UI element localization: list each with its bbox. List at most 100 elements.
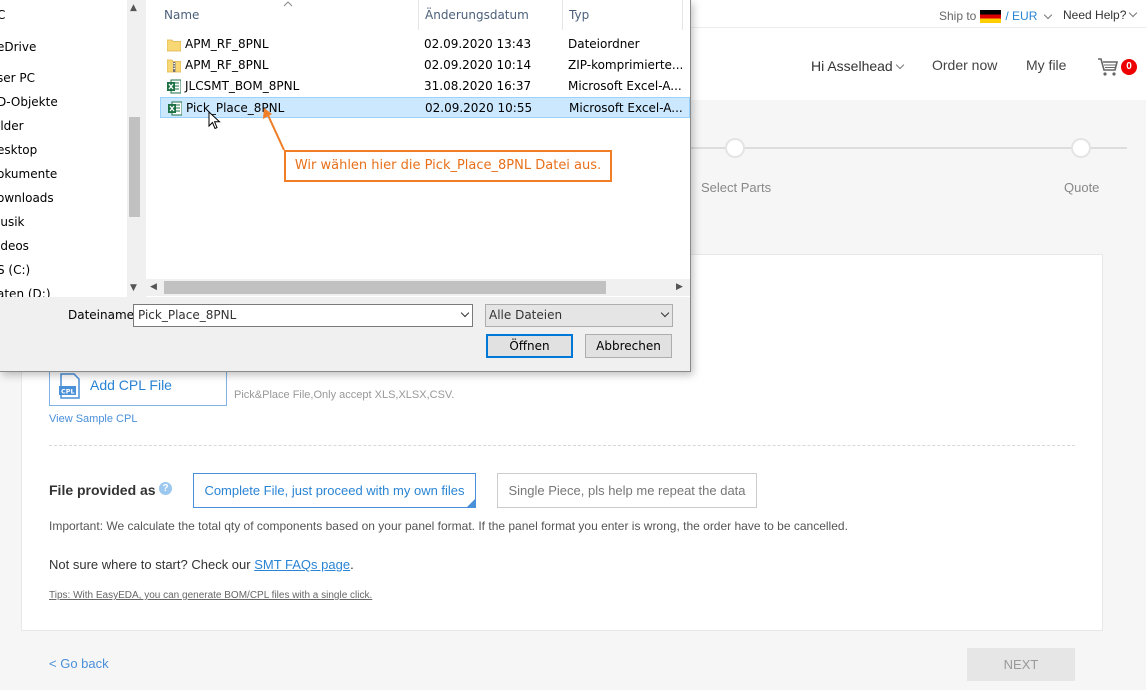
easyeda-tip[interactable]: Tips: With EasyEDA, you can generate BOM… xyxy=(49,590,372,601)
file-provided-label: File provided as xyxy=(49,482,156,498)
option-complete-file[interactable]: Complete File, just proceed with my own … xyxy=(193,473,476,508)
step-label-select-parts: Select Parts xyxy=(701,180,772,195)
chevron-down-icon xyxy=(1129,8,1138,18)
ship-to-label: Ship to xyxy=(939,9,977,23)
file-date: 31.08.2020 16:37 xyxy=(424,79,532,93)
excel-icon xyxy=(168,101,182,116)
help-question-icon[interactable]: ? xyxy=(159,482,172,495)
filename-input[interactable]: Pick_Place_8PNL xyxy=(133,304,473,327)
my-file-link[interactable]: My file xyxy=(1026,57,1066,73)
file-open-dialog: C eDrive ser PC D-Objekte ilder esktop o… xyxy=(0,0,691,372)
scroll-right-icon[interactable]: ▶ xyxy=(676,281,683,292)
file-list-scrollbar[interactable]: ◀ ▶ xyxy=(146,279,690,296)
sort-up-icon xyxy=(283,1,293,7)
file-type: Microsoft Excel-A... xyxy=(569,101,683,115)
cpl-format-hint: Pick&Place File,Only accept XLS,XLSX,CSV… xyxy=(234,389,455,401)
tree-item-onedrive[interactable]: eDrive xyxy=(0,37,36,57)
step-dot-select-parts xyxy=(725,138,745,158)
tree-item-music[interactable]: lusik xyxy=(0,212,24,232)
selected-corner-icon xyxy=(466,498,476,508)
add-cpl-label: Add CPL File xyxy=(90,377,172,393)
file-name: APM_RF_8PNL xyxy=(185,58,269,72)
scroll-up-icon[interactable]: ▲ xyxy=(130,3,137,13)
tree-item-this-pc[interactable]: ser PC xyxy=(0,68,35,88)
chevron-down-icon[interactable] xyxy=(460,308,470,318)
file-name: APM_RF_8PNL xyxy=(185,37,269,51)
account-greeting: Hi Asselhead xyxy=(811,58,893,74)
step-label-quote: Quote xyxy=(1064,180,1100,195)
navigation-tree: C eDrive ser PC D-Objekte ilder esktop o… xyxy=(0,0,142,297)
tree-item-videos[interactable]: ideos xyxy=(0,236,29,256)
cpl-file-icon: CPL xyxy=(59,373,80,399)
file-date: 02.09.2020 10:14 xyxy=(424,58,532,72)
file-row[interactable]: APM_RF_8PNL 02.09.2020 13:43 Dateiordner xyxy=(160,34,690,55)
file-type-filter-value: Alle Dateien xyxy=(489,308,563,322)
tree-scroll-thumb[interactable] xyxy=(129,117,140,217)
file-list: Name Änderungsdatum Typ APM_RF_8PNL 02.0… xyxy=(146,0,690,297)
section-divider xyxy=(49,445,1075,446)
cart-icon xyxy=(1098,58,1119,76)
file-row[interactable]: JLCSMT_BOM_8PNL 31.08.2020 16:37 Microso… xyxy=(160,76,690,97)
open-button[interactable]: Öffnen xyxy=(486,334,573,358)
tree-item-drive-c[interactable]: S (C:) xyxy=(0,260,30,280)
tree-scrollbar[interactable]: ▲ ▼ xyxy=(127,0,142,297)
tree-item-pc[interactable]: C xyxy=(0,5,5,25)
annotation-callout: Wir wählen hier die Pick_Place_8PNL Date… xyxy=(284,150,612,182)
tree-item-drive-d[interactable]: aten (D:) xyxy=(0,284,51,297)
zip-icon xyxy=(167,59,181,73)
column-header-type[interactable]: Typ xyxy=(569,0,589,30)
column-separator[interactable] xyxy=(682,0,683,30)
cart-count-badge: 0 xyxy=(1121,59,1137,75)
order-now-link[interactable]: Order now xyxy=(932,57,997,73)
filename-value: Pick_Place_8PNL xyxy=(138,308,237,322)
faq-prompt: Not sure where to start? Check our SMT F… xyxy=(49,557,354,572)
chevron-down-icon xyxy=(1044,10,1053,19)
excel-icon xyxy=(167,79,181,94)
option-single-label: Single Piece, pls help me repeat the dat… xyxy=(508,483,746,498)
file-type: Microsoft Excel-A... xyxy=(568,79,682,93)
file-type-filter[interactable]: Alle Dateien xyxy=(485,304,673,327)
tree-item-pictures[interactable]: ilder xyxy=(0,116,24,136)
file-row[interactable]: APM_RF_8PNL 02.09.2020 10:14 ZIP-komprim… xyxy=(160,55,690,76)
view-sample-cpl-link[interactable]: View Sample CPL xyxy=(49,413,137,425)
step-dot-quote xyxy=(1071,138,1091,158)
column-separator[interactable] xyxy=(562,0,563,30)
germany-flag-icon xyxy=(980,9,1002,23)
filename-label: Dateiname: xyxy=(68,308,139,322)
svg-text:CPL: CPL xyxy=(61,388,75,396)
tree-item-3d-objects[interactable]: D-Objekte xyxy=(0,92,58,112)
progress-track xyxy=(690,147,1127,149)
ship-to-selector[interactable]: Ship to / EUR xyxy=(939,9,1053,23)
go-back-link[interactable]: < Go back xyxy=(49,656,109,671)
file-type: ZIP-komprimierte... xyxy=(568,58,684,72)
need-help-menu[interactable]: Need Help? xyxy=(1063,8,1138,22)
option-complete-label: Complete File, just proceed with my own … xyxy=(204,483,465,498)
file-list-scroll-thumb[interactable] xyxy=(164,281,606,294)
column-header-date[interactable]: Änderungsdatum xyxy=(425,0,529,30)
important-note: Important: We calculate the total qty of… xyxy=(49,519,848,533)
file-type: Dateiordner xyxy=(568,37,640,51)
top-strip: Ship to / EUR Need Help? xyxy=(690,0,1146,28)
scroll-down-icon[interactable]: ▼ xyxy=(130,283,137,293)
cancel-button[interactable]: Abbrechen xyxy=(585,334,672,358)
tree-item-downloads[interactable]: ownloads xyxy=(0,188,54,208)
mouse-cursor-icon xyxy=(208,111,221,130)
option-single-piece[interactable]: Single Piece, pls help me repeat the dat… xyxy=(497,473,757,508)
chevron-down-icon xyxy=(895,60,904,70)
account-menu[interactable]: Hi Asselhead xyxy=(811,58,905,74)
faq-prompt-text: Not sure where to start? Check our xyxy=(49,557,251,572)
chevron-down-icon xyxy=(660,308,670,318)
faq-period: . xyxy=(350,557,354,572)
folder-icon xyxy=(167,39,181,52)
tree-item-desktop[interactable]: esktop xyxy=(0,140,37,160)
file-name: JLCSMT_BOM_8PNL xyxy=(185,79,300,93)
scroll-left-icon[interactable]: ◀ xyxy=(150,281,157,292)
column-header-name[interactable]: Name xyxy=(164,0,199,30)
cart-button[interactable]: 0 xyxy=(1097,57,1137,79)
file-row-selected[interactable]: Pick_Place_8PNL 02.09.2020 10:55 Microso… xyxy=(160,97,690,118)
next-button[interactable]: NEXT xyxy=(967,648,1075,681)
file-date: 02.09.2020 10:55 xyxy=(425,101,533,115)
tree-item-documents[interactable]: okumente xyxy=(0,164,57,184)
smt-faq-link[interactable]: SMT FAQs page xyxy=(254,557,350,572)
column-separator[interactable] xyxy=(418,0,419,30)
